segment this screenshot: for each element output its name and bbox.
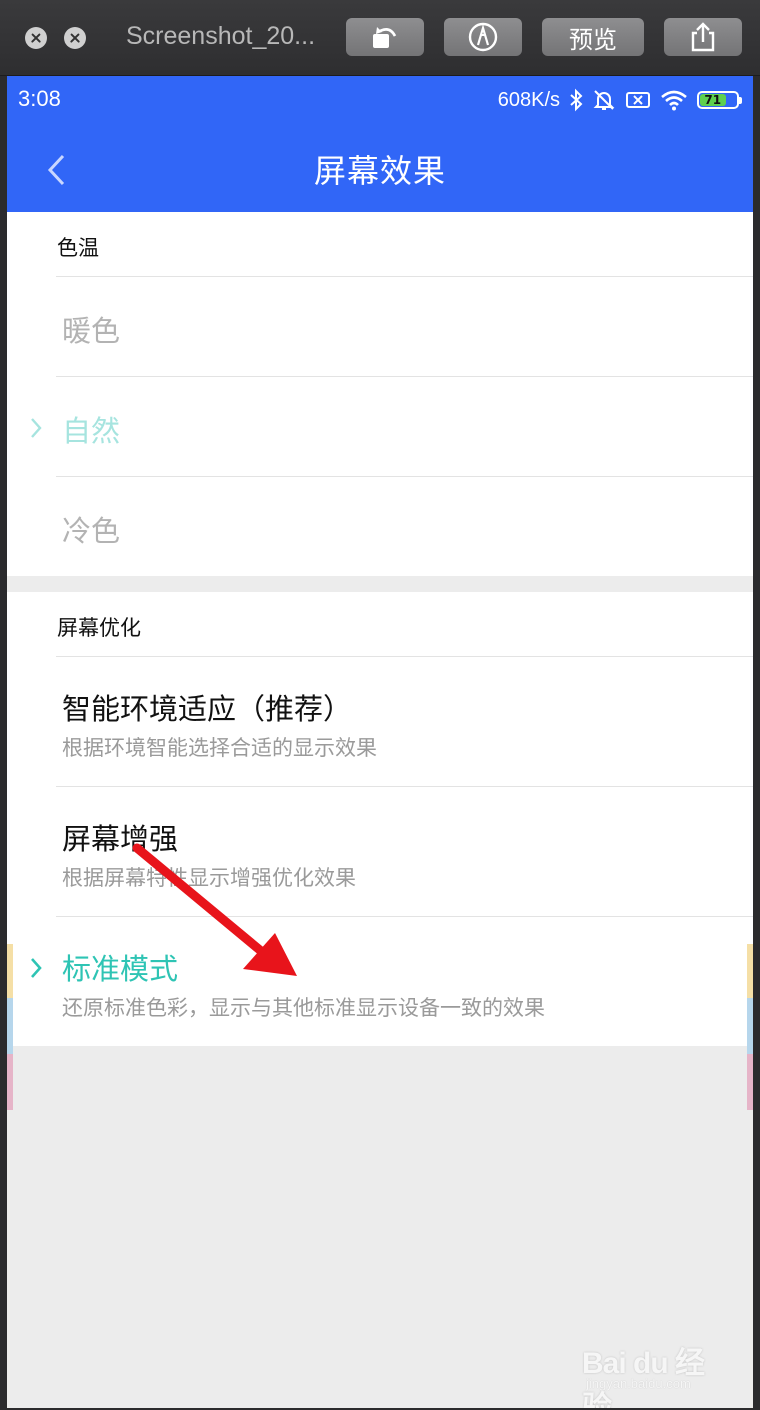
baidu-watermark: Bai du 经验 jingyan.baidu.com xyxy=(582,1328,732,1408)
markup-icon xyxy=(468,22,498,52)
share-icon xyxy=(691,22,715,52)
watermark-brand: Bai du 经验 xyxy=(582,1347,705,1408)
window-toolbar: Screenshot_20... 预览 xyxy=(0,0,760,76)
window-title: Screenshot_20... xyxy=(126,22,316,50)
markup-button[interactable] xyxy=(444,18,522,56)
rotate-button[interactable] xyxy=(346,18,424,56)
annotation-arrow xyxy=(132,843,297,976)
rotate-icon xyxy=(373,27,397,48)
watermark-url: jingyan.baidu.com xyxy=(586,1376,691,1391)
preview-button[interactable]: 预览 xyxy=(542,18,644,56)
share-button[interactable] xyxy=(664,18,742,56)
phone-screen: 3:08 608K/s 71 屏幕效果 色温 暖色 自然 冷色 屏幕优化 智能环… xyxy=(7,76,753,1408)
close-icon[interactable] xyxy=(64,27,86,49)
close-icon[interactable] xyxy=(25,27,47,49)
